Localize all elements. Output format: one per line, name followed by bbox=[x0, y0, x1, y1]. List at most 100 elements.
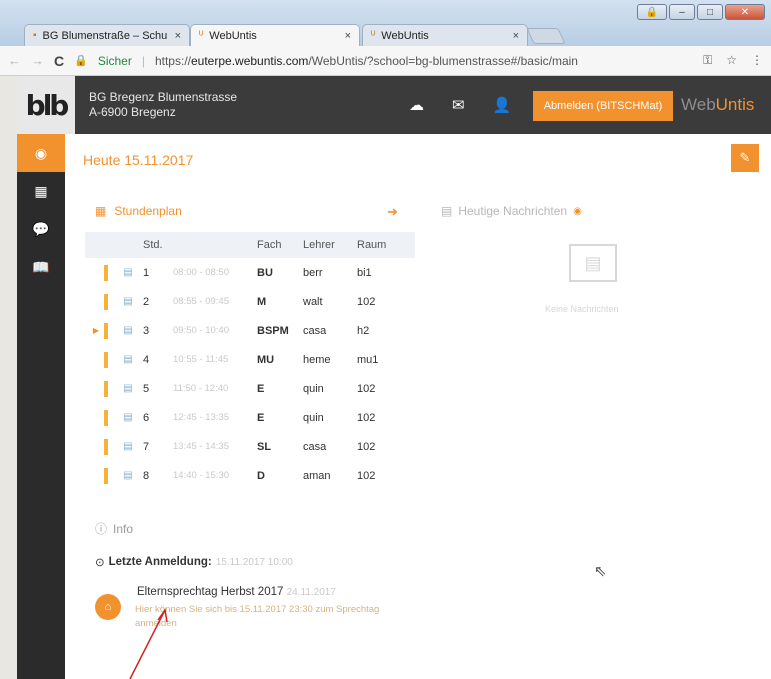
cell-raum: 102 bbox=[357, 469, 376, 482]
col-std: Std. bbox=[143, 239, 163, 251]
url-prefix: https:// bbox=[154, 53, 191, 68]
sidebar-item-dashboard[interactable]: ◉ bbox=[17, 134, 65, 172]
cell-std: 1 bbox=[143, 266, 150, 279]
table-row[interactable]: ▤ 5 11:50 - 12:40 Equin 102 bbox=[85, 374, 415, 403]
newspaper-icon: ▤ bbox=[441, 204, 453, 218]
lesson-bar bbox=[99, 322, 113, 339]
lesson-icon: ▤ bbox=[123, 412, 133, 423]
url-field[interactable]: https://euterpe.webuntis.com/WebUntis/?s… bbox=[155, 54, 578, 68]
cell-fach: BSPM bbox=[257, 324, 289, 337]
header-icons: ☁ ✉ 👤 bbox=[409, 96, 511, 114]
cell-time: 11:50 - 12:40 bbox=[173, 383, 229, 394]
lesson-icon: ▤ bbox=[123, 470, 133, 481]
cell-lehrer: berr bbox=[303, 266, 323, 279]
back-arrow-icon[interactable]: ← bbox=[8, 53, 21, 68]
last-login-value: 15.11.2017 10:00 bbox=[215, 556, 293, 568]
calendar-icon: ▦ bbox=[34, 182, 48, 199]
timetable-heading[interactable]: ▦ Stundenplan bbox=[95, 204, 182, 218]
mail-icon[interactable]: ✉ bbox=[452, 96, 465, 114]
cell-raum: 102 bbox=[357, 382, 376, 395]
main-content: Heute 15.11.2017 ✎ ▦ Stundenplan ➜ Std. … bbox=[65, 134, 771, 679]
cell-time: 10:55 - 11:45 bbox=[173, 354, 229, 365]
cell-time: 08:55 - 09:45 bbox=[173, 296, 229, 307]
event-date: 24.11.2017 bbox=[286, 587, 336, 598]
maximize-button[interactable]: □ bbox=[697, 4, 723, 20]
cell-fach: E bbox=[257, 382, 265, 395]
close-window-button[interactable]: ✕ bbox=[725, 4, 765, 20]
cell-std: 8 bbox=[143, 469, 150, 482]
table-row[interactable]: ▤ 1 08:00 - 08:50 BU berr bi1 bbox=[85, 258, 415, 287]
cell-time: 14:40 - 15:30 bbox=[173, 470, 229, 481]
lesson-color-bar bbox=[104, 409, 108, 426]
sidebar-item-book[interactable]: 📖 bbox=[17, 248, 65, 286]
timetable: Std. Fach Lehrer Raum ▤ 1 08:00 - 08:50 BU b… bbox=[85, 232, 415, 490]
address-bar: ← → C 🔒 Sicher | https://euterpe.webunti… bbox=[0, 46, 771, 76]
cell-raum: h2 bbox=[357, 324, 370, 337]
lesson-color-bar bbox=[104, 351, 108, 368]
cell-lehrer: aman bbox=[303, 469, 331, 482]
calendar-icon: ▦ bbox=[95, 204, 107, 218]
cell-raum: 102 bbox=[357, 440, 376, 453]
school-logo[interactable]: blb bbox=[17, 76, 75, 134]
lesson-icon: ▤ bbox=[123, 383, 133, 394]
brand-web: Web bbox=[681, 95, 716, 114]
book-icon: 📖 bbox=[32, 258, 50, 275]
table-row[interactable]: ▤ 2 08:55 - 09:45 Mwalt 102 bbox=[85, 287, 415, 316]
star-icon[interactable]: ☆ bbox=[726, 53, 737, 68]
browser-tab-webuntis[interactable]: ᵁ WebUntis × bbox=[362, 24, 528, 46]
lesson-icon: ▤ bbox=[123, 267, 133, 278]
forward-arrow-icon[interactable]: → bbox=[31, 53, 44, 68]
tab-label: WebUntis bbox=[209, 29, 257, 42]
webuntis-brand: WebUntis bbox=[681, 95, 754, 115]
event-title[interactable]: Elternsprechtag Herbst 2017 24.11.2017 bbox=[137, 586, 336, 598]
url-host: euterpe.webuntis.com bbox=[191, 53, 309, 68]
lesson-icon: ▤ bbox=[123, 296, 133, 307]
cloud-upload-icon[interactable]: ☁ bbox=[409, 96, 424, 114]
last-login: ⊙ Letzte Anmeldung: 15.11.2017 10:00 bbox=[95, 555, 293, 569]
cell-fach: E bbox=[257, 411, 265, 424]
lesson-color-bar bbox=[104, 467, 108, 484]
menu-icon[interactable]: ⋮ bbox=[751, 53, 763, 68]
col-raum: Raum bbox=[357, 239, 387, 251]
table-row[interactable]: ▤ 4 10:55 - 11:45 MU heme mu1 bbox=[85, 345, 415, 374]
lesson-color-bar bbox=[104, 380, 108, 397]
edit-button[interactable]: ✎ bbox=[731, 144, 759, 172]
mouse-cursor-icon: ⇖ bbox=[594, 563, 607, 580]
reload-icon[interactable]: C bbox=[54, 53, 64, 69]
logout-button[interactable]: Abmelden (BITSCHMat) bbox=[533, 91, 673, 121]
table-row[interactable]: ▤ 8 14:40 - 15:30 Daman 102 bbox=[85, 461, 415, 490]
cell-lehrer: walt bbox=[303, 295, 323, 308]
tab-close-icon[interactable]: × bbox=[345, 30, 351, 42]
tab-close-icon[interactable]: × bbox=[175, 30, 181, 42]
info-title: Info bbox=[113, 521, 134, 536]
school-favicon-icon: ▪ bbox=[33, 30, 37, 41]
table-body: ▤ 1 08:00 - 08:50 BU berr bi1 ▤ 2 08:55 - 09:45 M… bbox=[85, 258, 415, 490]
lesson-icon: ▤ bbox=[123, 325, 133, 336]
sidebar-item-messages[interactable]: 💬 bbox=[17, 210, 65, 248]
cell-time: 12:45 - 13:35 bbox=[173, 412, 229, 423]
cell-std: 4 bbox=[143, 353, 150, 366]
table-row[interactable]: ▤ 7 13:45 - 14:35 SL casa 102 bbox=[85, 432, 415, 461]
sidebar-item-calendar[interactable]: ▦ bbox=[17, 172, 65, 210]
lesson-color-bar bbox=[104, 322, 108, 339]
minimize-button[interactable]: – bbox=[669, 4, 695, 20]
school-name: BG Bregenz Blumenstrasse bbox=[89, 90, 238, 104]
profile-button[interactable]: 🔒 bbox=[637, 4, 667, 20]
table-row[interactable]: ▶ ▤ 3 09:50 - 10:40 BSPM casa h2 bbox=[85, 316, 415, 345]
event-icon: ⌂ bbox=[95, 594, 121, 620]
tab-close-icon[interactable]: × bbox=[513, 30, 519, 42]
new-tab-button[interactable] bbox=[526, 28, 566, 44]
arrow-right-icon[interactable]: ➜ bbox=[387, 204, 398, 220]
browser-tab-webuntis-active[interactable]: ᵁ WebUntis × bbox=[190, 24, 360, 46]
user-icon[interactable]: 👤 bbox=[493, 96, 512, 114]
cell-time: 08:00 - 08:50 bbox=[173, 267, 229, 278]
webuntis-favicon-icon: ᵁ bbox=[199, 30, 204, 41]
cell-std: 6 bbox=[143, 411, 150, 424]
rss-icon[interactable]: ◉ bbox=[573, 206, 582, 217]
key-icon[interactable]: ⚿ bbox=[703, 53, 712, 68]
lesson-bar bbox=[99, 467, 113, 484]
table-row[interactable]: ▤ 6 12:45 - 13:35 Equin 102 bbox=[85, 403, 415, 432]
last-login-label: Letzte Anmeldung: bbox=[108, 556, 212, 568]
lesson-bar bbox=[99, 264, 113, 281]
browser-tab-school[interactable]: ▪ BG Blumenstraße – Schu × bbox=[24, 24, 190, 46]
